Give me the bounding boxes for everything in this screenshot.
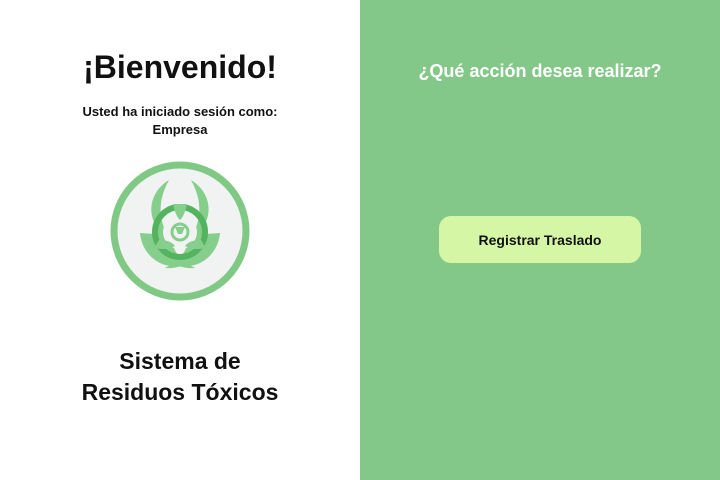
session-label: Usted ha iniciado sesión como: <box>82 104 278 119</box>
register-transfer-button[interactable]: Registrar Traslado <box>439 216 641 263</box>
actions-panel: ¿Qué acción desea realizar? Registrar Tr… <box>360 0 720 480</box>
system-title: Sistema de Residuos Tóxicos <box>0 346 360 408</box>
page: ¡Bienvenido! Usted ha iniciado sesión co… <box>0 0 720 480</box>
session-role: Empresa <box>152 122 208 137</box>
welcome-title: ¡Bienvenido! <box>83 49 277 85</box>
session-info: Usted ha iniciado sesión como: Empresa <box>0 103 360 139</box>
welcome-panel: ¡Bienvenido! Usted ha iniciado sesión co… <box>0 0 360 480</box>
system-title-line-1: Sistema de <box>119 348 241 374</box>
action-question: ¿Qué acción desea realizar? <box>418 61 662 81</box>
system-title-line-2: Residuos Tóxicos <box>81 379 279 405</box>
biohazard-icon <box>110 161 250 301</box>
